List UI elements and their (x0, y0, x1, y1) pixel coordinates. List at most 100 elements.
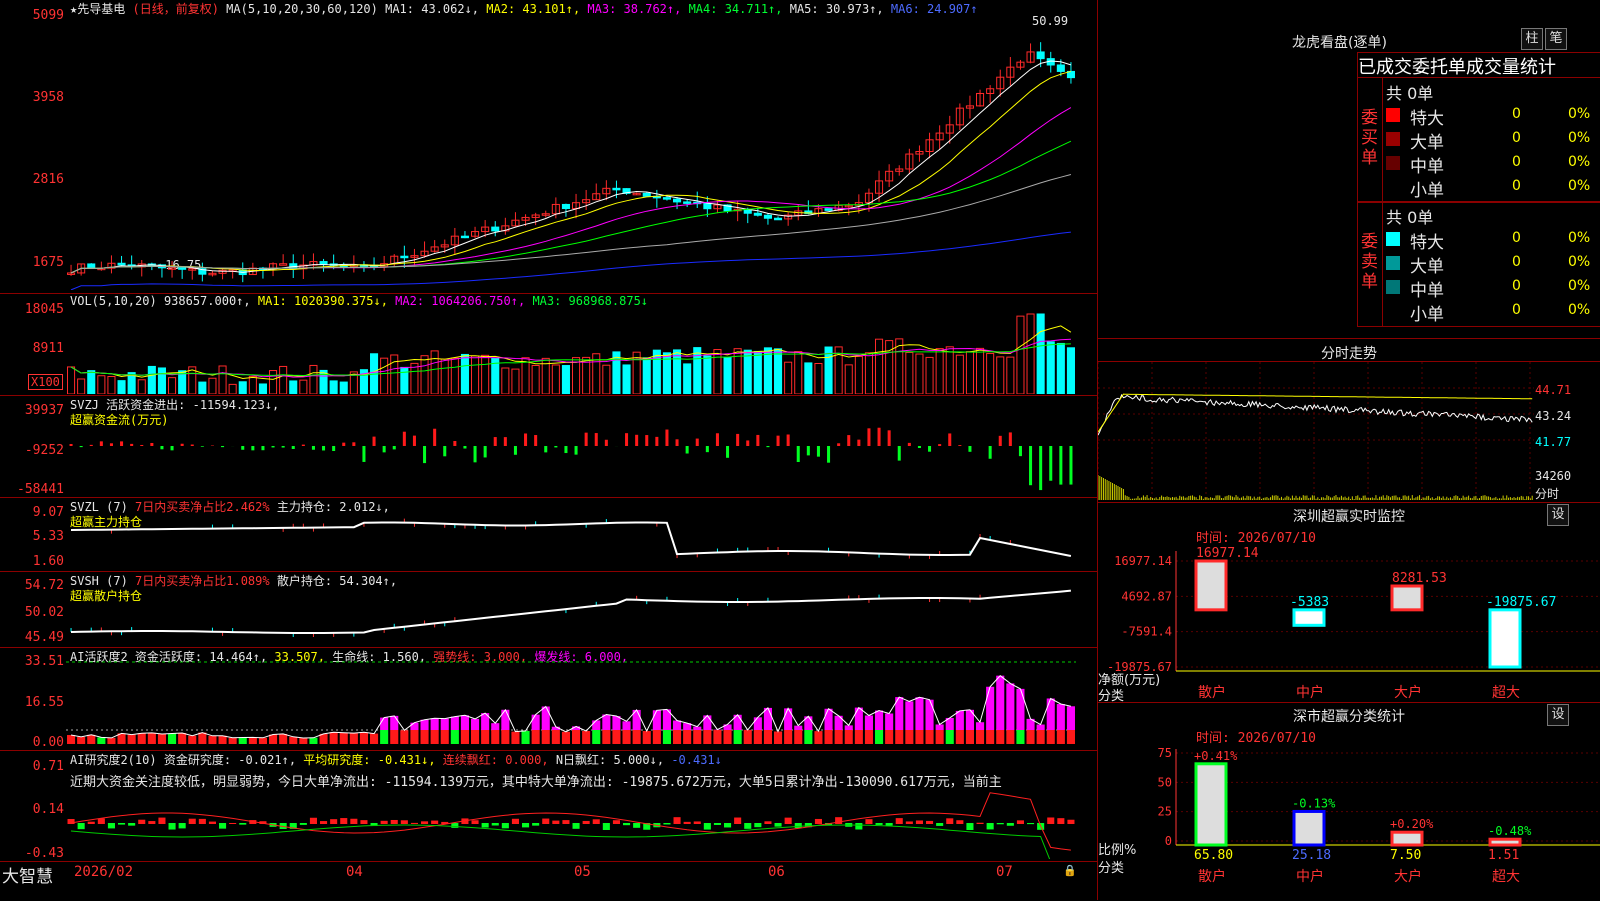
activity-base-bar (855, 730, 863, 744)
fund-flow-bar (524, 433, 527, 446)
volume-ma-line (71, 344, 1071, 376)
activity-bar (451, 717, 459, 730)
research-bar (1007, 823, 1014, 826)
ma4-line (71, 141, 1071, 273)
classify-settings-button[interactable]: 设 (1547, 704, 1569, 726)
fund-flow-bar (514, 446, 517, 455)
fund-flow-bar (948, 433, 951, 446)
volume-bar (88, 371, 95, 394)
svzj-panel[interactable]: 39937 -9252 -58441 SVZJ 活跃资金进出: -11594.1… (0, 396, 1097, 498)
research-bar (886, 823, 893, 826)
activity-base-bar (936, 730, 944, 744)
retail-holding-chart[interactable] (66, 572, 1076, 646)
volume-panel[interactable]: 18045 8911 X100 VOL(5,10,20) 938657.000↑… (0, 294, 1097, 396)
research-bar (219, 823, 226, 829)
buy-total: 共 0单 (1386, 80, 1433, 104)
research-bar (360, 820, 367, 824)
volume-bar (199, 382, 206, 394)
activity-chart[interactable] (66, 648, 1076, 749)
fund-flow-bar (181, 444, 184, 446)
fund-flow-bar (80, 446, 83, 447)
buy-name: 特大 (1410, 104, 1444, 129)
activity-base-bar (148, 733, 156, 744)
fund-flow-bar (878, 428, 881, 446)
activity-base-bar (97, 737, 105, 744)
svzl-panel[interactable]: 9.07 5.33 1.60 SVZL (7) 7日内买卖净占比2.462% 主… (0, 498, 1097, 572)
fund-flow-bar (968, 446, 971, 452)
volume-bar (876, 339, 883, 394)
volume-bar (532, 366, 539, 394)
lock-icon[interactable]: 🔒 (1063, 864, 1077, 877)
activity-base-bar (734, 730, 742, 744)
fund-flow-bar (373, 437, 376, 446)
fund-flow-bar (312, 446, 315, 450)
volume-chart[interactable] (66, 308, 1076, 394)
research-bar (1047, 817, 1054, 824)
research-bar (734, 818, 741, 824)
research-bar (714, 823, 721, 825)
svzl-y-tick: 9.07 (2, 505, 64, 520)
fund-flow-bar (898, 446, 901, 461)
ai-research-title: AI研究度2(10) (70, 753, 157, 767)
fund-flow-bar (564, 446, 567, 453)
candle (643, 193, 650, 196)
kline-panel[interactable]: 5099 3958 2816 1675 ★先导基电 (日线，前复权) MA(5,… (0, 0, 1097, 294)
period-mode[interactable]: (日线，前复权) (132, 2, 218, 16)
activity-bar (875, 710, 883, 730)
research-bar (573, 823, 580, 829)
fund-flow-chart[interactable] (66, 396, 1076, 496)
candle (401, 256, 408, 258)
buy-row: 大单00% (1386, 128, 1600, 150)
activity-base-bar (107, 738, 115, 744)
volume-bar (643, 358, 650, 394)
intraday-chart[interactable] (1098, 362, 1534, 500)
volume-bar (795, 352, 802, 394)
classify-panel[interactable]: 深市超赢分类统计 设 时间: 2026/07/10 比例% 分类 7550250… (1098, 702, 1600, 901)
monitor-panel[interactable]: 深圳超赢实时监控 设 时间: 2026/07/10 净额(万元) 分类 1697… (1098, 502, 1600, 703)
classify-bar (1294, 811, 1324, 845)
fund-flow-bar (322, 446, 325, 450)
candle (704, 203, 711, 208)
ai-research-v5: -0.431↓ (671, 753, 722, 767)
activity-base-bar (592, 730, 600, 744)
research-bar (613, 820, 620, 824)
activity-base-bar (1027, 730, 1035, 744)
activity-base-bar (784, 730, 792, 744)
candle (88, 264, 95, 268)
column-view-button[interactable]: 柱 (1521, 28, 1543, 50)
dragon-panel[interactable]: 龙虎看盘(逐单) 柱 笔 已成交委托单成交量统计 委买单 共 0单 特大00%大… (1098, 0, 1600, 338)
research-bar (764, 821, 771, 824)
classify-bar (1392, 832, 1422, 845)
volume-bar (411, 363, 418, 394)
main-holding-chart[interactable] (66, 498, 1076, 570)
monitor-settings-button[interactable]: 设 (1547, 504, 1569, 526)
classify-value-label: 25.18 (1292, 848, 1331, 863)
fund-flow-bar (908, 443, 911, 446)
intraday-panel[interactable]: 分时走势 44.71 43.24 41.77 34260 分时 (1098, 338, 1600, 503)
classify-bar (1490, 839, 1520, 845)
buy-side-label: 委买单 (1361, 108, 1381, 168)
fund-flow-bar (625, 433, 628, 446)
activity-base-bar (885, 730, 893, 744)
ai-active-panel[interactable]: 33.51 16.55 0.00 AI活跃度2 资金活跃度: 14.464↑, … (0, 648, 1097, 751)
stock-name[interactable]: ★先导基电 (70, 2, 125, 16)
fund-flow-bar (827, 446, 830, 463)
ai-research-panel[interactable]: 0.71 0.14 -0.43 AI研究度2(10) 资金研究度: -0.021… (0, 751, 1097, 862)
volume-bar (68, 367, 75, 394)
fund-flow-bar (544, 446, 547, 452)
candlestick-chart[interactable] (66, 20, 1076, 290)
svsh-panel[interactable]: 54.72 50.02 45.49 SVSH (7) 7日内买卖净占比1.089… (0, 572, 1097, 648)
activity-bar (784, 708, 792, 730)
sell-row: 大单00% (1386, 252, 1600, 274)
research-chart[interactable] (66, 787, 1076, 859)
fund-flow-bar (332, 446, 335, 451)
activity-bar (431, 718, 439, 730)
ratio-bar-chart[interactable]: 7550250+0.41%65.80散户-0.13%25.18中户+0.20%7… (1098, 743, 1600, 901)
research-bar (926, 821, 933, 824)
classify-y-tick: 0 (1165, 834, 1172, 848)
tick-view-button[interactable]: 笔 (1545, 28, 1567, 50)
net-flow-bar-chart[interactable]: 16977.144692.87-7591.4-19875.6716977.14散… (1098, 541, 1600, 703)
activity-base-bar (168, 734, 176, 744)
svsh-y-tick: 50.02 (2, 605, 64, 620)
fund-flow-bar (221, 446, 224, 447)
